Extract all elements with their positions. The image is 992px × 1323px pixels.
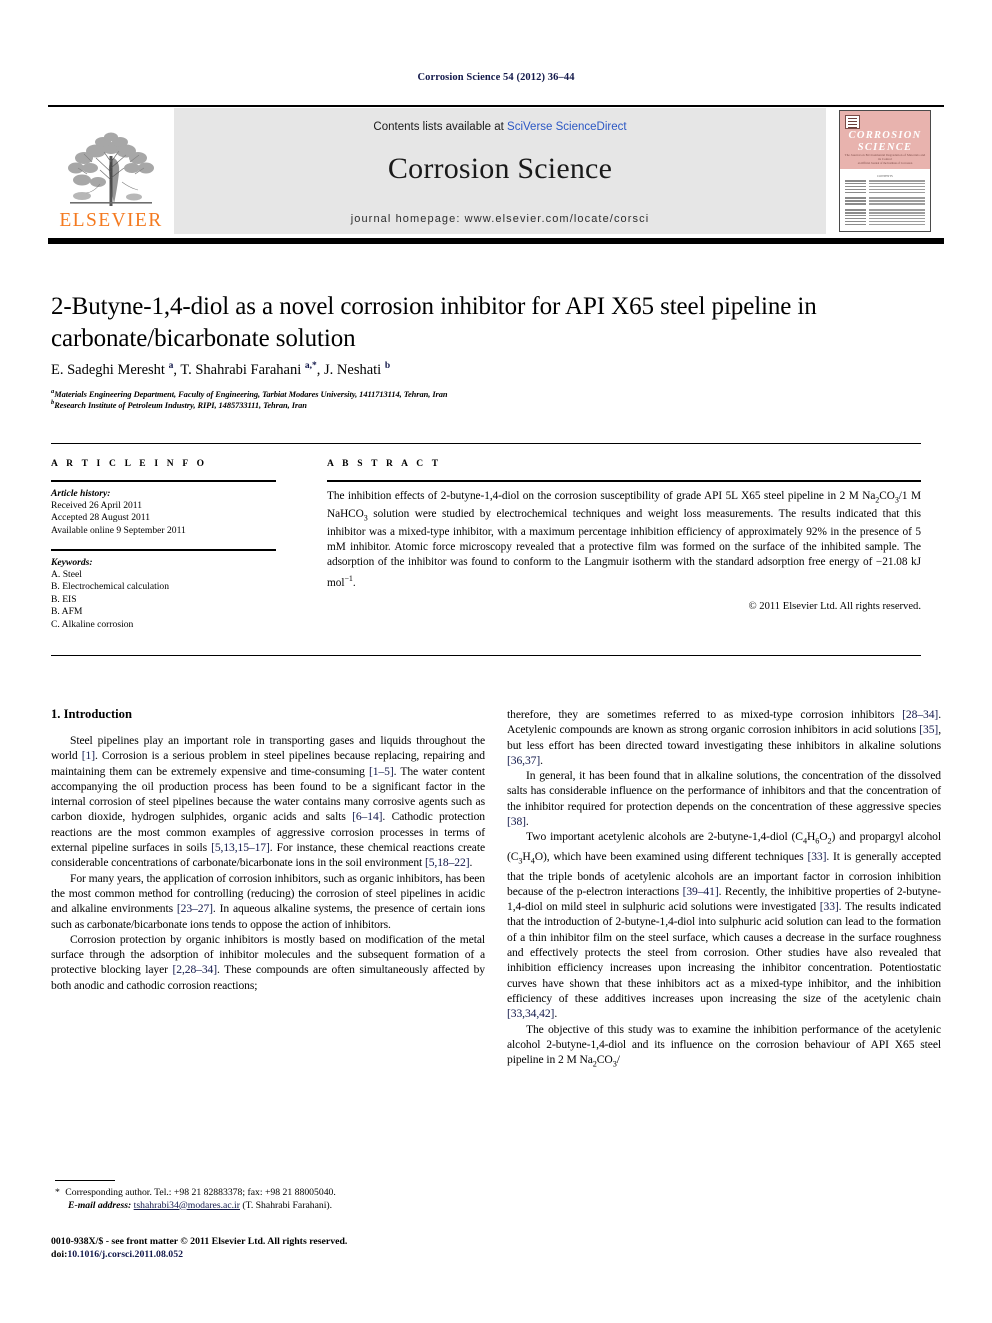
cover-tagline: The Journal on Environmental Degradation… bbox=[844, 153, 926, 161]
issn-line: 0010-938X/$ - see front matter © 2011 El… bbox=[51, 1236, 348, 1247]
abstract-copyright: © 2011 Elsevier Ltd. All rights reserved… bbox=[748, 601, 921, 613]
elsevier-logo: ELSEVIER bbox=[48, 108, 174, 234]
cover-name-line1: CORROSION bbox=[848, 130, 922, 141]
elsevier-tree-icon bbox=[68, 132, 154, 206]
elsevier-wordmark: ELSEVIER bbox=[59, 209, 163, 231]
email-owner: (T. Shahrabi Farahani). bbox=[242, 1199, 333, 1211]
page-title: 2-Butyne-1,4-diol as a novel corrosion i… bbox=[51, 293, 817, 352]
keyword-item: A. Steel bbox=[51, 569, 82, 581]
cover-journal-name: CORROSION SCIENCE bbox=[840, 130, 930, 153]
cover-society-logo-icon bbox=[845, 115, 860, 129]
email-address-label: E-mail address: bbox=[68, 1199, 132, 1211]
abstract-text: The inhibition effects of 2-butyne-1,4-d… bbox=[327, 489, 921, 589]
keyword-item: B. Electrochemical calculation bbox=[51, 581, 170, 593]
author-list: E. Sadeghi Meresht a, T. Shahrabi Faraha… bbox=[51, 361, 391, 378]
doi-line: doi:10.1016/j.corsci.2011.08.052 bbox=[51, 1249, 511, 1262]
affiliation-b-text: Research Institute of Petroleum Industry… bbox=[54, 400, 307, 410]
footnote-rule bbox=[55, 1180, 115, 1182]
history-item: Accepted 28 August 2011 bbox=[51, 512, 151, 524]
keywords-group: Keywords: A. Steel B. Electrochemical ca… bbox=[51, 557, 276, 631]
cover-contents-lines bbox=[845, 180, 925, 226]
info-block-bottom-rule bbox=[51, 655, 921, 657]
sciencedirect-link[interactable]: SciVerse ScienceDirect bbox=[507, 121, 627, 133]
article-info-label: A R T I C L E I N F O bbox=[51, 459, 208, 469]
email-link[interactable]: tshahrabi34@modares.ac.ir bbox=[134, 1200, 240, 1211]
abstract-rule bbox=[327, 480, 921, 482]
keyword-item: B. EIS bbox=[51, 593, 77, 605]
section-heading-introduction: 1. Introduction bbox=[51, 707, 132, 721]
journal-homepage-link[interactable]: journal homepage: www.elsevier.com/locat… bbox=[174, 213, 826, 225]
cover-subtitle: an Official Journal of the Institute of … bbox=[857, 161, 913, 165]
paper-page: Corrosion Science 54 (2012) 36–44 ELSEVI… bbox=[0, 0, 992, 1323]
abstract-column: A B S T R A C T The inhibition effects o… bbox=[327, 459, 921, 612]
journal-cover-block: CORROSION SCIENCE The Journal on Environ… bbox=[826, 108, 944, 234]
article-info-rule bbox=[51, 480, 276, 482]
masthead-bottom-bar bbox=[48, 238, 944, 244]
article-history-group: Article history: Received 26 April 2011 … bbox=[51, 488, 276, 538]
masthead-top-rule bbox=[48, 105, 944, 107]
issn-copyright-footer: 0010-938X/$ - see front matter © 2011 El… bbox=[51, 1236, 511, 1261]
affiliation-b: bResearch Institute of Petroleum Industr… bbox=[51, 399, 307, 410]
info-block-top-rule bbox=[51, 443, 921, 444]
cover-name-line2: SCIENCE bbox=[857, 141, 913, 153]
abstract-label: A B S T R A C T bbox=[327, 459, 442, 469]
contents-available-line: Contents lists available at SciVerse Sci… bbox=[174, 121, 826, 133]
keyword-item: B. AFM bbox=[51, 606, 83, 618]
keyword-item: C. Alkaline corrosion bbox=[51, 618, 134, 630]
contents-prefix-text: Contents lists available at bbox=[373, 121, 508, 133]
journal-cover-thumbnail[interactable]: CORROSION SCIENCE The Journal on Environ… bbox=[839, 110, 931, 232]
journal-masthead: ELSEVIER Contents lists available at Sci… bbox=[48, 105, 944, 237]
email-line: E-mail address: tshahrabi34@modares.ac.i… bbox=[55, 1200, 475, 1213]
article-history-heading: Article history: bbox=[51, 487, 111, 499]
keywords-heading: Keywords: bbox=[51, 556, 93, 568]
doi-link[interactable]: 10.1016/j.corsci.2011.08.052 bbox=[67, 1249, 183, 1260]
corresponding-author-line: * Corresponding author. Tel.: +98 21 828… bbox=[55, 1187, 336, 1198]
cover-contents-label: CONTENTS bbox=[877, 174, 893, 178]
journal-title: Corrosion Science bbox=[387, 152, 613, 185]
article-info-mid-rule bbox=[51, 549, 276, 551]
history-item: Available online 9 September 2011 bbox=[51, 524, 186, 536]
body-column-left: Steel pipelines play an important role i… bbox=[51, 734, 485, 992]
article-info-column: A R T I C L E I N F O Article history: R… bbox=[51, 459, 276, 631]
masthead-center-band: Contents lists available at SciVerse Sci… bbox=[174, 108, 826, 234]
history-item: Received 26 April 2011 bbox=[51, 500, 143, 511]
body-column-right: therefore, they are sometimes referred t… bbox=[507, 708, 942, 1069]
running-head: Corrosion Science 54 (2012) 36–44 bbox=[417, 72, 575, 83]
corresponding-author-footnote: * Corresponding author. Tel.: +98 21 828… bbox=[55, 1187, 475, 1212]
doi-label: doi: bbox=[51, 1248, 68, 1260]
